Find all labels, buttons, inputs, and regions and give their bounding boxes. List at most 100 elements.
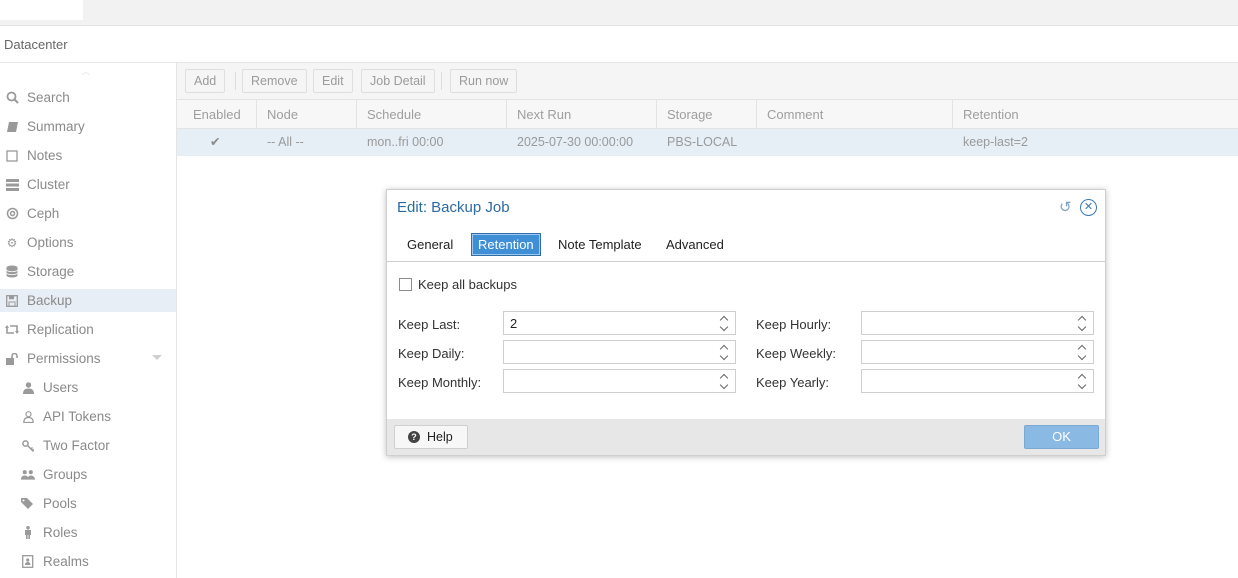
- sidebar-item-label: API Tokens: [43, 409, 112, 424]
- ok-button[interactable]: OK: [1024, 425, 1099, 449]
- sidebar-item-label: Backup: [27, 293, 73, 308]
- keep-last-label: Keep Last:: [398, 317, 461, 332]
- dialog-footer: ? Help OK: [387, 419, 1105, 455]
- spinner-arrows-icon[interactable]: [1077, 314, 1089, 332]
- spinner-arrows-icon[interactable]: [719, 372, 731, 390]
- keep-last-field[interactable]: 2: [503, 311, 736, 335]
- sidebar-item-permissions[interactable]: Permissions: [0, 347, 176, 370]
- keep-monthly-label: Keep Monthly:: [398, 375, 482, 390]
- sidebar-item-label: Options: [27, 235, 74, 250]
- cell-node: -- All --: [267, 135, 304, 149]
- sidebar-item-label: Users: [43, 380, 79, 395]
- sidebar-item-label: Pools: [43, 496, 77, 511]
- column-header-comment[interactable]: Comment: [757, 100, 953, 129]
- column-header-enabled[interactable]: Enabled: [177, 100, 257, 129]
- sidebar-item-search[interactable]: Search: [0, 86, 176, 109]
- toolbar-separator: [441, 72, 442, 90]
- close-icon[interactable]: ✕: [1080, 199, 1097, 216]
- sidebar-item-ceph[interactable]: Ceph: [0, 202, 176, 225]
- tab-retention[interactable]: Retention: [471, 233, 541, 256]
- sidebar-item-pools[interactable]: Pools: [0, 492, 176, 515]
- column-header-storage[interactable]: Storage: [657, 100, 757, 129]
- sidebar-item-label: Notes: [27, 148, 63, 163]
- tab-advanced[interactable]: Advanced: [659, 233, 731, 256]
- keep-weekly-label: Keep Weekly:: [756, 346, 836, 361]
- tab-general[interactable]: General: [400, 233, 460, 256]
- keep-last-value: 2: [510, 316, 518, 331]
- sidebar-item-backup[interactable]: Backup: [0, 289, 176, 312]
- chevron-down-icon[interactable]: [152, 355, 162, 360]
- keep-daily-field[interactable]: [503, 340, 736, 364]
- user-icon: [21, 381, 35, 395]
- keep-all-backups-checkbox[interactable]: [399, 278, 412, 291]
- sidebar-item-options[interactable]: ⚙ Options: [0, 231, 176, 254]
- tags-icon: [21, 497, 35, 511]
- run-now-button[interactable]: Run now: [450, 69, 518, 93]
- scroll-up-icon[interactable]: ︿: [82, 68, 92, 76]
- add-button[interactable]: Add: [185, 69, 226, 93]
- male-icon: [21, 526, 35, 540]
- search-icon: [5, 91, 19, 105]
- floppy-icon: [5, 294, 19, 308]
- sidebar-item-label: Search: [27, 90, 70, 105]
- book-icon: [5, 120, 19, 134]
- top-bar: [0, 0, 1238, 26]
- sidebar-item-groups[interactable]: Groups: [0, 463, 176, 486]
- note-icon: [5, 149, 19, 163]
- sidebar-item-label: Storage: [27, 264, 75, 279]
- keep-hourly-label: Keep Hourly:: [756, 317, 832, 332]
- remove-button[interactable]: Remove: [242, 69, 307, 93]
- keep-yearly-label: Keep Yearly:: [756, 375, 830, 390]
- column-header-next-run[interactable]: Next Run: [507, 100, 657, 129]
- sidebar-item-replication[interactable]: Replication: [0, 318, 176, 341]
- cell-storage: PBS-LOCAL: [667, 135, 738, 149]
- sidebar-item-users[interactable]: Users: [0, 376, 176, 399]
- sidebar-item-cluster[interactable]: Cluster: [0, 173, 176, 196]
- keep-daily-label: Keep Daily:: [398, 346, 465, 361]
- enabled-check-icon: ✔: [210, 135, 221, 149]
- breadcrumb-datacenter[interactable]: Datacenter: [4, 37, 68, 52]
- edit-button[interactable]: Edit: [313, 69, 353, 93]
- help-label: Help: [427, 430, 453, 444]
- keep-yearly-field[interactable]: [861, 369, 1094, 393]
- keep-weekly-field[interactable]: [861, 340, 1094, 364]
- grid-header: Enabled Node Schedule Next Run Storage C…: [177, 100, 1238, 129]
- breadcrumb: Datacenter: [0, 26, 1238, 63]
- reset-icon[interactable]: ↺: [1059, 200, 1075, 216]
- keep-monthly-field[interactable]: [503, 369, 736, 393]
- keep-hourly-field[interactable]: [861, 311, 1094, 335]
- database-icon: [5, 265, 19, 279]
- toolbar: Add Remove Edit Job Detail Run now: [177, 63, 1238, 100]
- column-header-node[interactable]: Node: [257, 100, 357, 129]
- sidebar-item-label: Groups: [43, 467, 88, 482]
- sidebar-item-label: Summary: [27, 119, 85, 134]
- spinner-arrows-icon[interactable]: [719, 314, 731, 332]
- column-header-schedule[interactable]: Schedule: [357, 100, 507, 129]
- keep-all-backups-row: Keep all backups: [399, 277, 517, 292]
- dialog-tabs: General Retention Note Template Advanced: [387, 230, 1105, 262]
- tab-note-template[interactable]: Note Template: [551, 233, 649, 256]
- sidebar-item-label: Realms: [43, 554, 89, 569]
- cell-retention: keep-last=2: [963, 135, 1028, 149]
- sidebar-item-summary[interactable]: Summary: [0, 115, 176, 138]
- sidebar-item-two-factor[interactable]: Two Factor: [0, 434, 176, 457]
- help-button[interactable]: ? Help: [394, 425, 468, 449]
- cell-next-run: 2025-07-30 00:00:00: [517, 135, 634, 149]
- table-row[interactable]: ✔ -- All -- mon..fri 00:00 2025-07-30 00…: [177, 129, 1238, 156]
- sidebar-item-label: Permissions: [27, 351, 101, 366]
- sidebar-item-api-tokens[interactable]: API Tokens: [0, 405, 176, 428]
- dialog-title: Edit: Backup Job: [397, 199, 510, 216]
- spinner-arrows-icon[interactable]: [1077, 372, 1089, 390]
- sidebar-item-label: Roles: [43, 525, 78, 540]
- sidebar-item-storage[interactable]: Storage: [0, 260, 176, 283]
- users-icon: [21, 468, 35, 482]
- spinner-arrows-icon[interactable]: [1077, 343, 1089, 361]
- job-detail-button[interactable]: Job Detail: [361, 69, 435, 93]
- sidebar-item-realms[interactable]: Realms: [0, 550, 176, 573]
- question-circle-icon: ?: [408, 431, 420, 443]
- sidebar-item-roles[interactable]: Roles: [0, 521, 176, 544]
- spinner-arrows-icon[interactable]: [719, 343, 731, 361]
- column-header-retention[interactable]: Retention: [953, 100, 1238, 129]
- sidebar-item-label: Cluster: [27, 177, 70, 192]
- sidebar-item-notes[interactable]: Notes: [0, 144, 176, 167]
